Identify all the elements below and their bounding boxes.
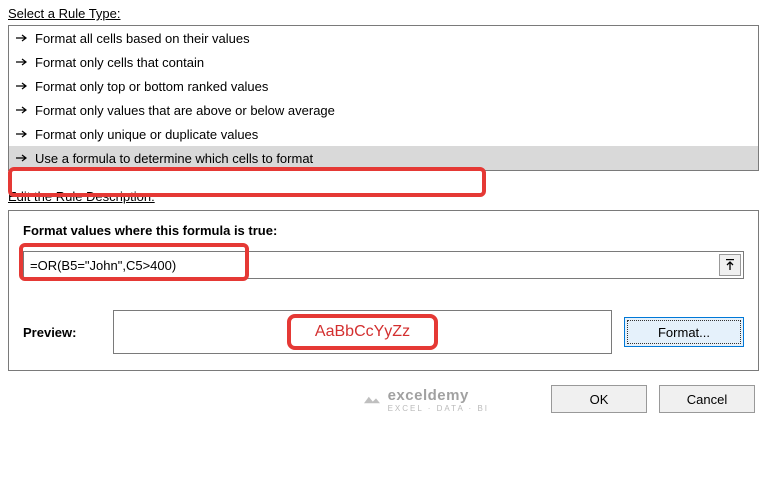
preview-label: Preview: [23, 325, 101, 340]
watermark: exceldemy EXCEL · DATA · BI [362, 387, 489, 413]
rule-type-text: Use a formula to determine which cells t… [35, 151, 313, 166]
rule-type-item[interactable]: Format only unique or duplicate values [9, 122, 758, 146]
rule-description-panel: Format values where this formula is true… [8, 210, 759, 371]
logo-icon [362, 392, 382, 408]
edit-rule-description-label: Edit the Rule Description: [8, 189, 759, 204]
rule-type-item-selected[interactable]: Use a formula to determine which cells t… [9, 146, 758, 170]
formula-input[interactable]: =OR(B5="John",C5>400) [24, 258, 719, 273]
rule-type-text: Format only cells that contain [35, 55, 204, 70]
arrow-right-icon [15, 33, 29, 43]
formula-input-wrapper[interactable]: =OR(B5="John",C5>400) [23, 251, 744, 279]
rule-type-item[interactable]: Format only values that are above or bel… [9, 98, 758, 122]
arrow-right-icon [15, 129, 29, 139]
arrow-right-icon [15, 105, 29, 115]
rule-type-item[interactable]: Format all cells based on their values [9, 26, 758, 50]
preview-box: AaBbCcYyZz [113, 310, 612, 354]
formula-label: Format values where this formula is true… [23, 223, 744, 238]
formula-row: =OR(B5="John",C5>400) [23, 248, 744, 282]
arrow-right-icon [15, 81, 29, 91]
rule-type-text: Format all cells based on their values [35, 31, 250, 46]
select-rule-type-label: Select a Rule Type: [8, 6, 759, 21]
rule-type-text: Format only unique or duplicate values [35, 127, 258, 142]
rule-type-text: Format only values that are above or bel… [35, 103, 335, 118]
preview-sample-text: AaBbCcYyZz [287, 314, 438, 350]
arrow-right-icon [15, 153, 29, 163]
rule-type-text: Format only top or bottom ranked values [35, 79, 268, 94]
collapse-dialog-button[interactable] [719, 254, 741, 276]
rule-type-listbox[interactable]: Format all cells based on their values F… [8, 25, 759, 171]
arrow-right-icon [15, 57, 29, 67]
ok-button[interactable]: OK [551, 385, 647, 413]
cancel-button[interactable]: Cancel [659, 385, 755, 413]
rule-type-item[interactable]: Format only cells that contain [9, 50, 758, 74]
watermark-tag: EXCEL · DATA · BI [388, 404, 489, 413]
format-button[interactable]: Format... [624, 317, 744, 347]
rule-type-item[interactable]: Format only top or bottom ranked values [9, 74, 758, 98]
watermark-brand: exceldemy [388, 387, 469, 404]
